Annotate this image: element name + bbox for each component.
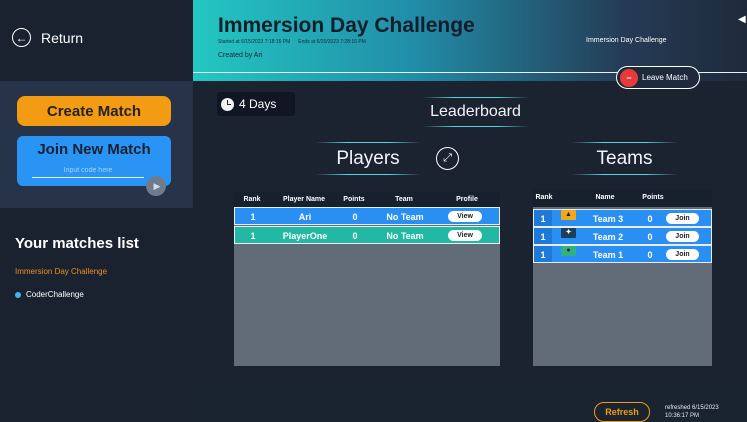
player-name-cell: Ari [298,212,312,222]
column-header-name: Name [595,194,615,201]
horse-icon: ▲ [561,210,576,220]
players-table-header: Rank Player Name Points Team Profile [234,192,500,207]
column-header-points: Points [343,196,365,203]
teams-table-header: Rank Name Points [533,189,712,207]
return-label: Return [41,29,84,46]
column-header-profile: Profile [456,196,478,203]
match-item-immersion-day[interactable]: Immersion Day Challenge [15,267,107,276]
join-team-button[interactable]: Join [666,231,699,242]
return-button[interactable]: ← Return [12,28,83,47]
speaker-icon[interactable]: ◀ [738,14,746,25]
match-item-coder-challenge[interactable]: CoderChallenge [15,290,84,299]
days-remaining-label: 4 Days [239,97,277,111]
points-cell: 0 [647,232,653,242]
join-team-button[interactable]: Join [666,213,699,224]
back-arrow-icon: ← [12,28,31,47]
column-header-rank: Rank [535,194,553,201]
user-remove-icon: − [620,68,638,87]
heading-top-line [571,142,678,143]
column-header-rank: Rank [243,196,261,203]
last-refreshed: refreshed 6/15/2023 10:36:17 PM [665,404,745,420]
players-title: Players [336,148,400,169]
fish-icon: ● [561,246,576,256]
rank-cell: 1 [534,210,552,226]
start-date: Started at 6/15/2023 7:18:16 PM [218,39,291,45]
table-row: 1 ✦ Team 2 0 Join [533,227,712,245]
leave-match-label: Leave Match [642,73,688,82]
table-row: 1 ● Team 1 0 Join [533,245,712,263]
refreshed-time: 10:36:17 PM [665,413,700,419]
heading-top-line [315,142,421,143]
points-cell: 0 [352,212,358,222]
heading-bottom-line [315,174,421,175]
play-icon: ▶ [153,180,161,191]
rank-cell: 1 [250,212,256,222]
view-profile-button[interactable]: View [448,230,482,241]
table-row: 1 Ari 0 No Team View [234,207,500,225]
table-row: 1 PlayerOne 0 No Team View [234,226,500,244]
players-heading: Players [315,142,421,175]
create-match-button[interactable]: Create Match [17,96,171,126]
matches-list-title: Your matches list [15,235,139,252]
view-profile-button[interactable]: View [448,211,482,222]
refresh-button[interactable]: Refresh [594,402,650,422]
days-remaining: 4 Days [217,92,295,116]
heading-bottom-line [422,126,529,127]
clock-icon [221,97,234,111]
leaderboard-heading: Leaderboard [422,97,529,127]
team-name-cell: Team 1 [592,250,624,260]
team-name-cell: Team 3 [592,214,624,224]
sidebar: ← Return Create Match Join New Match ▶ Y… [0,0,193,422]
end-date: Ends at 6/20/2023 7:28:16 PM [298,39,366,45]
column-header-team: Team [395,196,413,203]
column-header-points: Points [642,194,664,201]
refreshed-date: refreshed 6/15/2023 [665,405,719,411]
leaderboard-title: Leaderboard [430,103,521,120]
teams-heading: Teams [571,142,678,175]
points-cell: 0 [647,250,653,260]
rank-cell: 1 [534,228,552,244]
heading-bottom-line [571,174,678,175]
join-match-title: Join New Match [37,141,151,158]
bird-icon: ✦ [561,228,576,238]
rank-cell: 1 [250,231,256,241]
app-window: ← Return Create Match Join New Match ▶ Y… [0,0,747,422]
players-table: Rank Player Name Points Team Profile 1 A… [234,192,500,366]
points-cell: 0 [352,231,358,241]
join-team-button[interactable]: Join [666,249,699,260]
table-row: 1 ▲ Team 3 0 Join [533,209,712,227]
team-cell: No Team [386,212,424,222]
footer-bar [193,386,747,422]
team-cell: No Team [386,231,424,241]
expand-icon: ⤢ [443,152,452,164]
leave-match-button[interactable]: − Leave Match [616,66,700,89]
page-title: Immersion Day Challenge [218,14,475,37]
join-submit-button[interactable]: ▶ [146,176,166,196]
teams-title: Teams [596,148,653,169]
match-item-label: CoderChallenge [26,290,84,299]
column-header-player-name: Player Name [282,196,326,203]
created-by: Created by Ari [218,52,263,59]
team-name-cell: Team 2 [592,232,624,242]
heading-top-line [422,97,529,98]
match-code-input[interactable] [32,164,144,178]
header-match-name: Immersion Day Challenge [586,37,667,44]
expand-button[interactable]: ⤢ [436,147,459,170]
player-name-cell: PlayerOne [282,231,328,241]
points-cell: 0 [647,214,653,224]
match-dates: Started at 6/15/2023 7:18:16 PM Ends at … [218,39,366,45]
bullet-icon [15,291,21,298]
teams-table: Rank Name Points 1 ▲ Team 3 0 Join 1 ✦ T… [533,189,712,366]
rank-cell: 1 [534,246,552,262]
